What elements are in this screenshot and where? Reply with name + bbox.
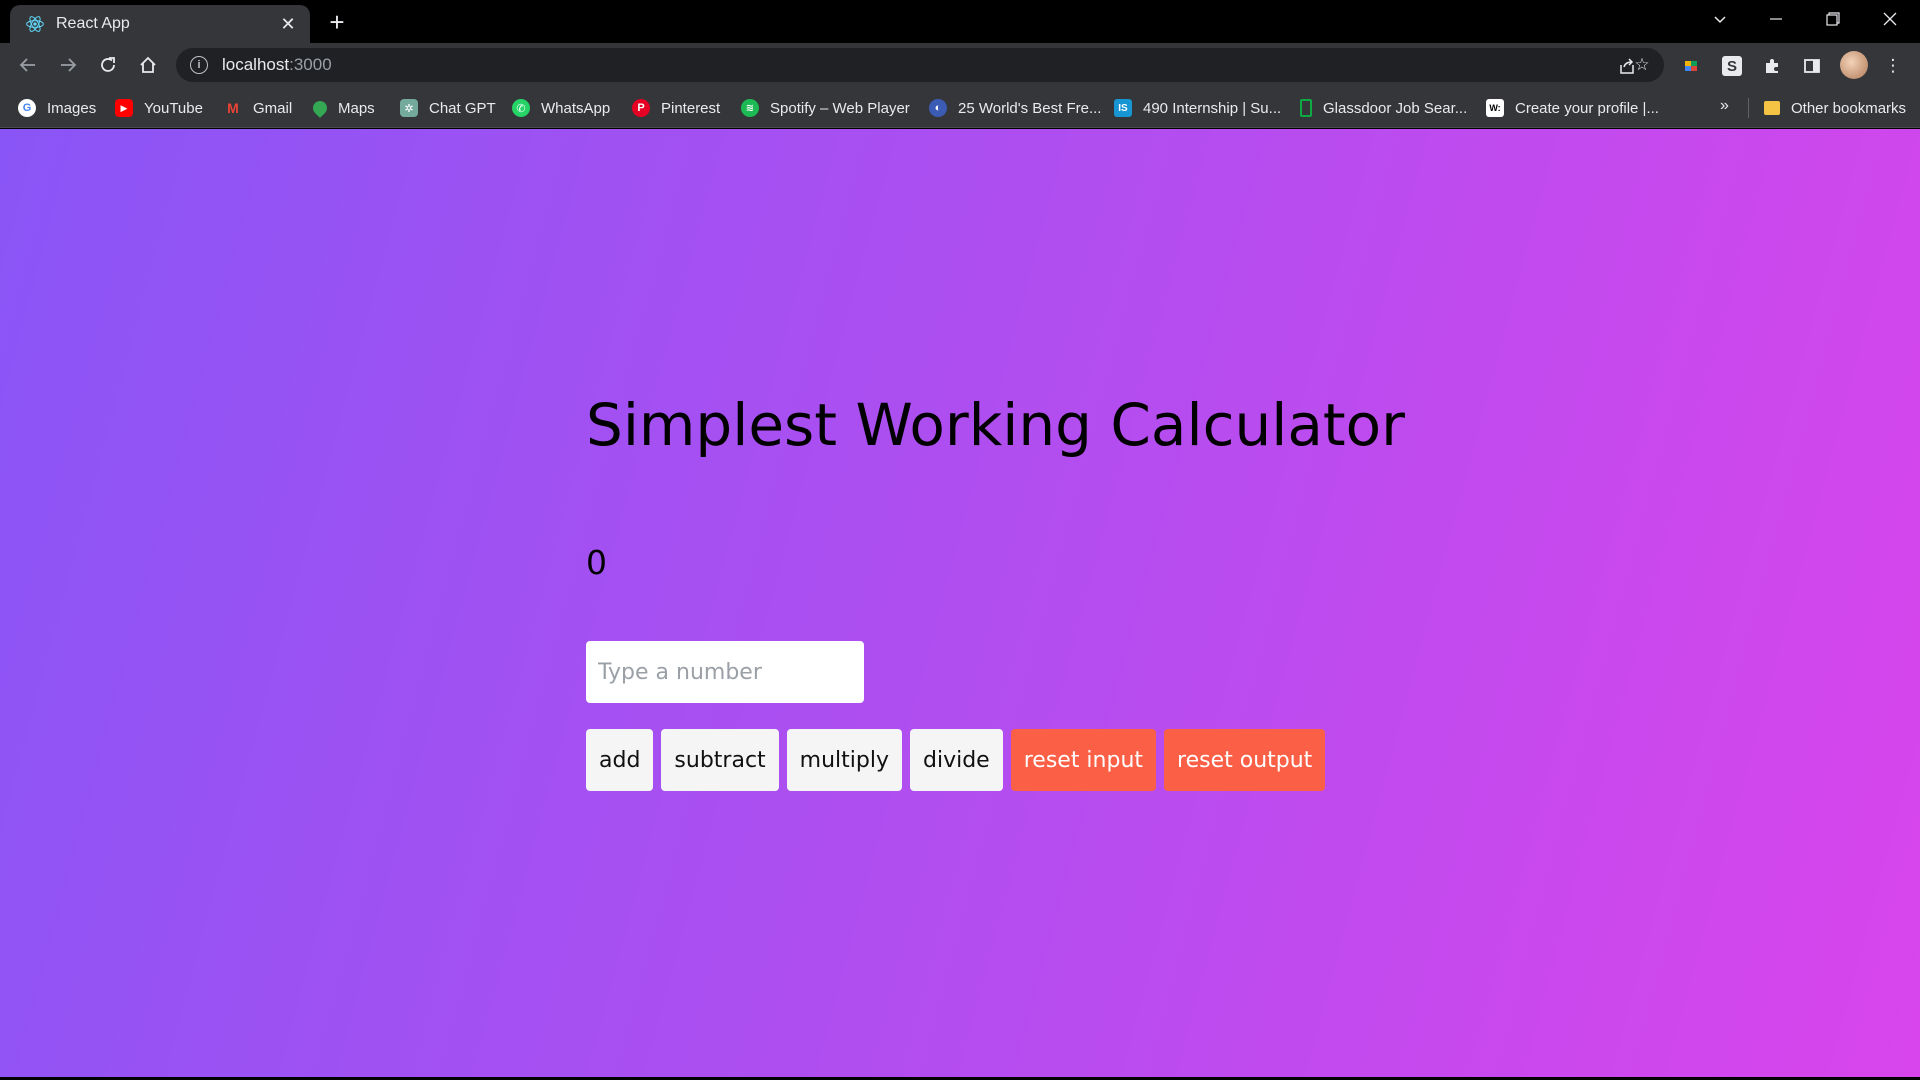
- bookmark-label: YouTube: [144, 99, 203, 117]
- operation-buttons: add subtract multiply divide reset input…: [586, 729, 1326, 791]
- bookmark-25-worlds-best[interactable]: ◐ 25 World's Best Fre...: [929, 97, 1101, 119]
- gmail-icon: M: [227, 100, 239, 116]
- bookmark-label: Chat GPT: [429, 99, 496, 117]
- bookmark-glassdoor[interactable]: Glassdoor Job Sear...: [1300, 97, 1467, 119]
- add-button[interactable]: add: [586, 729, 654, 791]
- forward-icon[interactable]: [52, 49, 84, 81]
- bookmark-label: Glassdoor Job Sear...: [1323, 99, 1468, 117]
- tab-title: React App: [56, 15, 130, 32]
- bookmark-chatgpt[interactable]: ✲ Chat GPT: [400, 97, 496, 119]
- bookmark-label: Create your profile |...: [1515, 99, 1659, 117]
- browser-toolbar: i localhost:3000 ☆ S ⋮: [0, 43, 1920, 88]
- minimize-icon[interactable]: [1748, 0, 1804, 38]
- reset-output-button[interactable]: reset output: [1164, 729, 1326, 791]
- bookmark-label: Gmail: [253, 99, 293, 117]
- page-viewport: Simplest Working Calculator 0 add subtra…: [0, 129, 1920, 1077]
- glassdoor-icon: [1300, 99, 1312, 117]
- maps-icon: [310, 98, 330, 118]
- google-icon: G: [18, 99, 36, 117]
- s-extension-icon[interactable]: S: [1719, 53, 1745, 79]
- divide-button[interactable]: divide: [910, 729, 1003, 791]
- reload-icon[interactable]: [92, 49, 124, 81]
- youtube-icon: ▶: [115, 99, 133, 117]
- url-host: localhost: [222, 55, 290, 74]
- whatsapp-icon: ✆: [512, 99, 530, 117]
- more-bookmarks-chevron-icon[interactable]: »: [1720, 97, 1729, 115]
- back-icon[interactable]: [12, 49, 44, 81]
- bookmark-label: Spotify – Web Player: [770, 99, 910, 117]
- side-panel-icon[interactable]: [1799, 53, 1825, 79]
- close-window-icon[interactable]: [1862, 0, 1918, 38]
- address-bar[interactable]: i localhost:3000: [176, 48, 1664, 82]
- bookmark-label: Images: [47, 99, 97, 117]
- new-tab-button[interactable]: +: [323, 7, 351, 37]
- bookmark-create-profile[interactable]: W: Create your profile |...: [1486, 97, 1659, 119]
- folder-icon: [1764, 101, 1780, 115]
- bookmark-whatsapp[interactable]: ✆ WhatsApp: [512, 97, 610, 119]
- bookmark-maps[interactable]: Maps: [310, 97, 375, 119]
- url-port: :3000: [289, 55, 332, 74]
- bookmark-label: Maps: [338, 99, 375, 117]
- page-title: Simplest Working Calculator: [586, 391, 1405, 459]
- bookmark-spotify[interactable]: ≋ Spotify – Web Player: [741, 97, 910, 119]
- bookmarks-bar: G Images ▶ YouTube M Gmail Maps ✲ Chat G…: [0, 88, 1920, 128]
- bookmark-label: Pinterest: [661, 99, 721, 117]
- chatgpt-icon: ✲: [400, 99, 418, 117]
- spotify-icon: ≋: [741, 99, 759, 117]
- bookmark-gmail[interactable]: M Gmail: [224, 97, 292, 119]
- bookmark-internship[interactable]: IS 490 Internship | Su...: [1114, 97, 1281, 119]
- internshala-icon: IS: [1114, 99, 1132, 117]
- other-bookmarks-label: Other bookmarks: [1791, 99, 1907, 117]
- number-input[interactable]: [586, 641, 864, 703]
- reset-input-button[interactable]: reset input: [1010, 729, 1157, 791]
- subtract-button[interactable]: subtract: [661, 729, 779, 791]
- profile-avatar[interactable]: [1840, 51, 1868, 79]
- bookmark-pinterest[interactable]: P Pinterest: [632, 97, 720, 119]
- menu-kebab-icon[interactable]: ⋮: [1880, 53, 1906, 79]
- close-tab-icon[interactable]: ✕: [276, 12, 300, 36]
- bookmarks-divider: [1748, 98, 1749, 118]
- bookmark-images[interactable]: G Images: [18, 97, 96, 119]
- bookmark-label: 25 World's Best Fre...: [958, 99, 1102, 117]
- tab-search-icon[interactable]: [1692, 0, 1748, 38]
- tab-strip: React App ✕ +: [0, 0, 1920, 43]
- react-icon: [24, 13, 46, 35]
- bookmark-youtube[interactable]: ▶ YouTube: [115, 97, 203, 119]
- result-display: 0: [586, 543, 607, 582]
- restore-icon[interactable]: [1805, 0, 1861, 38]
- extensions-puzzle-icon[interactable]: [1759, 53, 1785, 79]
- site-info-icon[interactable]: i: [190, 56, 208, 74]
- pinterest-icon: P: [632, 99, 650, 117]
- globe-icon: ◐: [929, 99, 947, 117]
- bookmark-label: 490 Internship | Su...: [1143, 99, 1282, 117]
- browser-tab[interactable]: React App ✕: [10, 5, 310, 43]
- bookmark-label: WhatsApp: [541, 99, 611, 117]
- wellfound-icon: W:: [1486, 99, 1504, 117]
- bookmark-star-icon[interactable]: ☆: [1629, 52, 1655, 78]
- extension-flag-icon[interactable]: [1678, 53, 1704, 79]
- home-icon[interactable]: [132, 49, 164, 81]
- multiply-button[interactable]: multiply: [786, 729, 902, 791]
- other-bookmarks[interactable]: Other bookmarks: [1764, 97, 1906, 119]
